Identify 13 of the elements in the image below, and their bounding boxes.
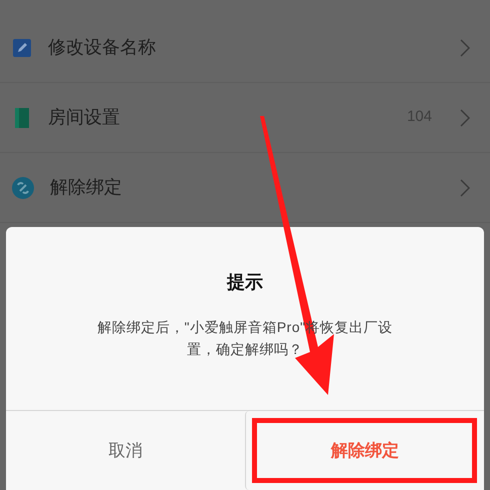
door-icon <box>12 106 32 128</box>
chevron-right-icon <box>460 178 470 196</box>
row-label: 房间设置 <box>48 106 121 129</box>
chevron-right-icon <box>460 38 470 56</box>
dialog-title: 提示 <box>227 271 263 294</box>
settings-row[interactable]: 修改设备名称 <box>0 13 490 83</box>
pencil-icon <box>12 38 32 58</box>
row-label: 修改设备名称 <box>48 36 157 59</box>
row-label: 解除绑定 <box>50 176 123 199</box>
unlink-icon <box>12 176 34 198</box>
chevron-right-icon <box>460 108 470 126</box>
confirm-button[interactable]: 解除绑定 <box>244 411 484 490</box>
cancel-button[interactable]: 取消 <box>6 411 244 490</box>
